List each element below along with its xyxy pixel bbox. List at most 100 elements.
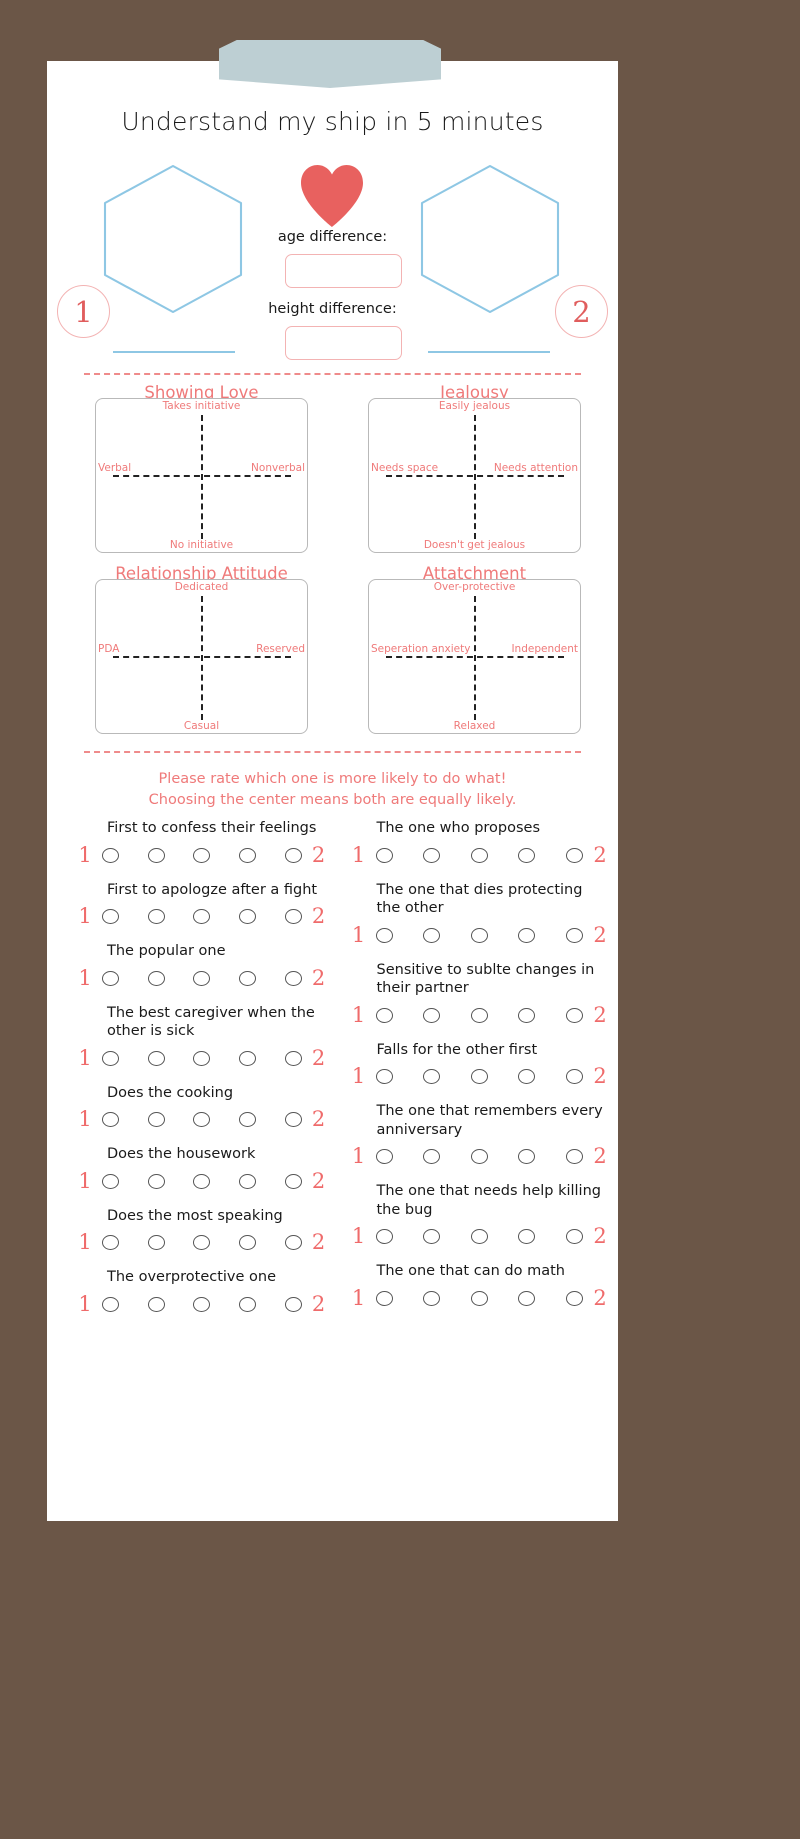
- rating-bubble[interactable]: [470, 1007, 488, 1023]
- rating-bubble[interactable]: [193, 970, 211, 986]
- rating-bubble[interactable]: [147, 909, 165, 925]
- rating-bubble[interactable]: [284, 1173, 302, 1189]
- rating-bubble[interactable]: [238, 1050, 256, 1066]
- rating-bubble[interactable]: [147, 1050, 165, 1066]
- name-line-2[interactable]: [428, 351, 550, 353]
- rating-bubble[interactable]: [566, 1069, 583, 1085]
- rating-bubble[interactable]: [423, 927, 441, 943]
- rating-bubble[interactable]: [284, 847, 302, 863]
- rating-bubble[interactable]: [518, 847, 536, 863]
- rating-bubble[interactable]: [284, 970, 302, 986]
- rating-bubble[interactable]: [566, 1291, 583, 1307]
- rating-bubble[interactable]: [238, 909, 256, 925]
- rating-bubbles: [367, 1069, 593, 1085]
- rating-bubble[interactable]: [423, 1007, 441, 1023]
- height-difference-input[interactable]: [285, 326, 402, 360]
- rating-bubble[interactable]: [423, 847, 441, 863]
- rating-bubble[interactable]: [518, 927, 536, 943]
- rating-bubbles: [367, 1291, 593, 1307]
- scale-end-right: 2: [593, 1286, 607, 1311]
- rating-bubble[interactable]: [284, 1296, 302, 1312]
- rating-bubble[interactable]: [193, 1296, 211, 1312]
- rating-bubble[interactable]: [566, 1007, 583, 1023]
- rating-bubble[interactable]: [375, 1069, 393, 1085]
- rating-bubble[interactable]: [102, 1112, 119, 1128]
- rating-bubble[interactable]: [193, 847, 211, 863]
- rating-bubble[interactable]: [566, 927, 583, 943]
- rating-bubble[interactable]: [193, 909, 211, 925]
- rating-bubble[interactable]: [375, 1007, 393, 1023]
- rating-bubble[interactable]: [147, 847, 165, 863]
- question-item: The one that can do math 1 2: [351, 1262, 609, 1309]
- rating-bubble[interactable]: [470, 1149, 488, 1165]
- rating-bubble[interactable]: [375, 847, 393, 863]
- question-text: The popular one: [107, 943, 226, 960]
- rating-bubble[interactable]: [375, 1149, 393, 1165]
- rating-bubble[interactable]: [147, 1296, 165, 1312]
- rating-bubble[interactable]: [566, 1229, 583, 1245]
- rating-bubble[interactable]: [518, 1229, 536, 1245]
- rating-bubble[interactable]: [102, 1296, 119, 1312]
- scale-end-right: 2: [311, 1291, 326, 1316]
- quadrant-chart-showing-love[interactable]: Takes initiative No initiative Verbal No…: [95, 398, 308, 553]
- rating-bubble[interactable]: [566, 847, 583, 863]
- rating-bubbles: [93, 1235, 311, 1251]
- rating-bubble[interactable]: [423, 1229, 441, 1245]
- rating-bubble[interactable]: [147, 1112, 165, 1128]
- rating-bubble[interactable]: [518, 1069, 536, 1085]
- rating-bubble[interactable]: [147, 970, 165, 986]
- rating-bubble[interactable]: [284, 909, 302, 925]
- rating-bubble[interactable]: [238, 1296, 256, 1312]
- rating-bubble[interactable]: [147, 1173, 165, 1189]
- quadrant-label-right: Nonverbal: [251, 461, 305, 474]
- rating-scale-row: 12: [77, 1170, 327, 1192]
- rating-bubble[interactable]: [238, 847, 256, 863]
- quadrant-chart-jealousy[interactable]: Easily jealous Doesn't get jealous Needs…: [368, 398, 581, 553]
- questions-column-left: First to confess their feelings 1 2 First t…: [47, 819, 333, 1330]
- rating-bubble[interactable]: [102, 1050, 119, 1066]
- rating-bubble[interactable]: [518, 1007, 536, 1023]
- rating-bubble[interactable]: [423, 1149, 441, 1165]
- rating-bubble[interactable]: [284, 1050, 302, 1066]
- section-divider-bottom: [84, 751, 581, 753]
- rating-bubble[interactable]: [193, 1235, 211, 1251]
- rating-bubble[interactable]: [238, 970, 256, 986]
- rating-bubble[interactable]: [238, 1112, 256, 1128]
- rating-bubble[interactable]: [193, 1173, 211, 1189]
- rating-bubble[interactable]: [102, 1235, 119, 1251]
- rating-bubble[interactable]: [518, 1149, 536, 1165]
- question-item: The one that needs help killing the bug 1…: [351, 1182, 609, 1247]
- name-line-1[interactable]: [113, 351, 235, 353]
- rating-bubble[interactable]: [238, 1173, 256, 1189]
- rating-bubble[interactable]: [284, 1112, 302, 1128]
- rating-bubble[interactable]: [375, 1291, 393, 1307]
- clipboard-clip: [219, 40, 441, 88]
- rating-bubble[interactable]: [375, 927, 393, 943]
- rating-bubble[interactable]: [102, 1173, 119, 1189]
- rating-bubble[interactable]: [284, 1235, 302, 1251]
- quadrant-chart-attachment[interactable]: Over-protective Relaxed Seperation anxie…: [368, 579, 581, 734]
- rating-bubble[interactable]: [193, 1050, 211, 1066]
- rating-bubble[interactable]: [147, 1235, 165, 1251]
- rating-bubble[interactable]: [470, 1069, 488, 1085]
- rating-bubble[interactable]: [518, 1291, 536, 1307]
- rating-bubble[interactable]: [423, 1291, 441, 1307]
- rating-bubble[interactable]: [470, 927, 488, 943]
- rating-bubble[interactable]: [102, 909, 119, 925]
- rating-bubble[interactable]: [193, 1112, 211, 1128]
- quadrant-label-bottom: Doesn't get jealous: [423, 539, 526, 551]
- rating-bubble[interactable]: [375, 1229, 393, 1245]
- rating-bubble[interactable]: [566, 1149, 583, 1165]
- rating-bubble[interactable]: [423, 1069, 441, 1085]
- rating-bubble[interactable]: [102, 847, 119, 863]
- rating-bubble[interactable]: [238, 1235, 256, 1251]
- instructions-line-1: Please rate which one is more likely to …: [158, 771, 507, 787]
- rating-bubbles: [367, 847, 593, 863]
- rating-bubble[interactable]: [102, 970, 119, 986]
- quadrant-chart-relationship-attitude[interactable]: Dedicated Casual PDA Reserved: [95, 579, 308, 734]
- rating-bubble[interactable]: [470, 1229, 488, 1245]
- rating-bubble[interactable]: [470, 847, 488, 863]
- age-difference-input[interactable]: [285, 254, 402, 288]
- rating-bubble[interactable]: [470, 1291, 488, 1307]
- question-text: The one that remembers every anniversary: [376, 1103, 603, 1138]
